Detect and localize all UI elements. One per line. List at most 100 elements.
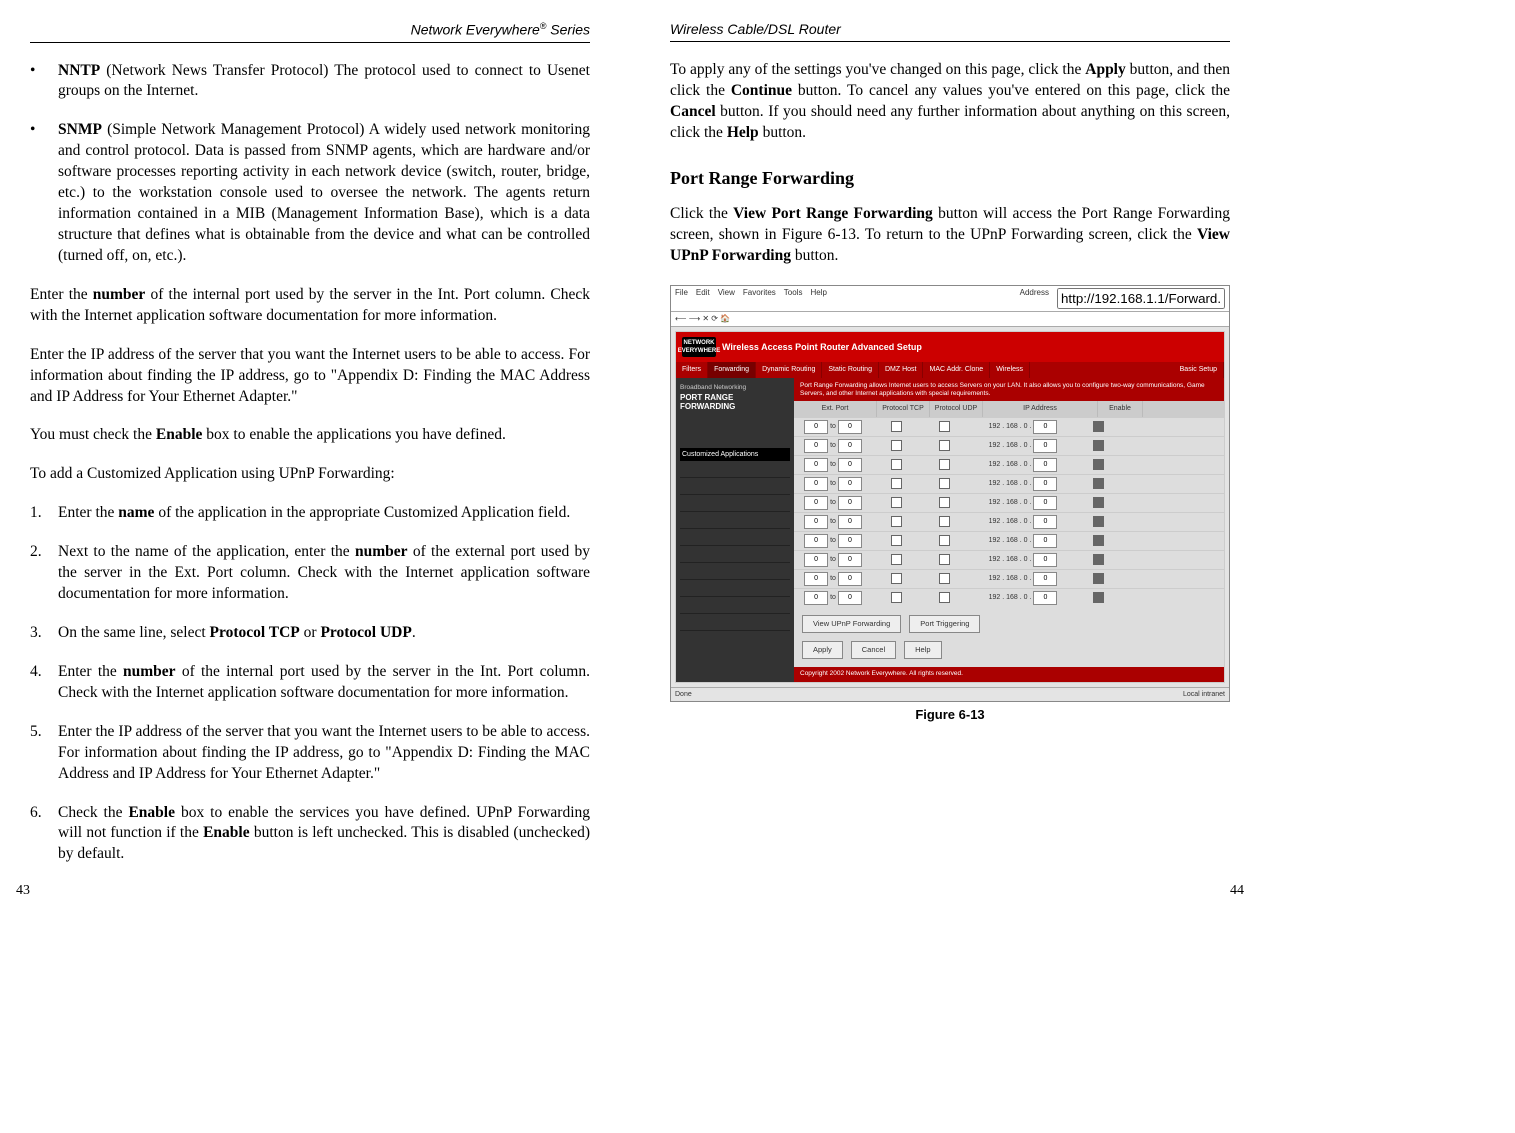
right-page: Wireless Cable/DSL Router To apply any o… [670, 20, 1230, 883]
tab-forwarding[interactable]: Forwarding [708, 362, 756, 377]
bullet-snmp: • SNMP (Simple Network Management Protoc… [30, 120, 590, 266]
enable-checkbox[interactable] [1093, 573, 1104, 584]
left-page: Network Everywhere® Series • NNTP (Netwo… [30, 20, 590, 883]
tab-static-routing[interactable]: Static Routing [822, 362, 879, 377]
ext-port-to-input[interactable] [838, 572, 862, 586]
help-button[interactable]: Help [904, 641, 941, 659]
tab-dynamic-routing[interactable]: Dynamic Routing [756, 362, 822, 377]
view-upnp-forwarding-button[interactable]: View UPnP Forwarding [802, 615, 901, 633]
bullet-dot-icon: • [30, 61, 58, 103]
page-number-left: 43 [16, 882, 30, 901]
ext-port-from-input[interactable] [804, 477, 828, 491]
enable-checkbox[interactable] [1093, 535, 1104, 546]
udp-checkbox[interactable] [939, 516, 950, 527]
menu-tools[interactable]: Tools [784, 288, 803, 309]
tcp-checkbox[interactable] [891, 440, 902, 451]
udp-checkbox[interactable] [939, 440, 950, 451]
side-apps-label: Customized Applications [680, 448, 790, 461]
table-row: to192 . 168 . 0 . [794, 550, 1224, 569]
tcp-checkbox[interactable] [891, 573, 902, 584]
menu-favorites[interactable]: Favorites [743, 288, 776, 309]
ext-port-from-input[interactable] [804, 534, 828, 548]
enable-checkbox[interactable] [1093, 497, 1104, 508]
ext-port-from-input[interactable] [804, 458, 828, 472]
tab-basic-setup[interactable]: Basic Setup [1174, 362, 1224, 377]
ip-last-octet-input[interactable] [1033, 553, 1057, 567]
th-ip-address: IP Address [983, 401, 1098, 416]
ext-port-to-input[interactable] [838, 496, 862, 510]
ext-port-from-input[interactable] [804, 439, 828, 453]
udp-checkbox[interactable] [939, 459, 950, 470]
ext-port-to-input[interactable] [838, 439, 862, 453]
udp-checkbox[interactable] [939, 554, 950, 565]
udp-checkbox[interactable] [939, 535, 950, 546]
figure-6-13: File Edit View Favorites Tools Help Addr… [670, 285, 1230, 724]
ext-port-to-input[interactable] [838, 591, 862, 605]
ext-port-from-input[interactable] [804, 553, 828, 567]
tcp-checkbox[interactable] [891, 592, 902, 603]
ip-last-octet-input[interactable] [1033, 420, 1057, 434]
apply-button[interactable]: Apply [802, 641, 843, 659]
ip-last-octet-input[interactable] [1033, 477, 1057, 491]
ext-port-from-input[interactable] [804, 515, 828, 529]
forwarding-table: Ext. Port Protocol TCP Protocol UDP IP A… [794, 401, 1224, 606]
udp-checkbox[interactable] [939, 497, 950, 508]
menu-edit[interactable]: Edit [696, 288, 710, 309]
ext-port-to-input[interactable] [838, 420, 862, 434]
menu-view[interactable]: View [718, 288, 735, 309]
step-1: Enter the name of the application in the… [58, 503, 590, 524]
ip-last-octet-input[interactable] [1033, 534, 1057, 548]
page-number-right: 44 [1230, 882, 1244, 901]
ext-port-to-input[interactable] [838, 553, 862, 567]
ip-last-octet-input[interactable] [1033, 439, 1057, 453]
ip-last-octet-input[interactable] [1033, 458, 1057, 472]
ext-port-from-input[interactable] [804, 420, 828, 434]
udp-checkbox[interactable] [939, 478, 950, 489]
ext-port-to-input[interactable] [838, 534, 862, 548]
address-input[interactable] [1057, 288, 1225, 309]
ext-port-from-input[interactable] [804, 496, 828, 510]
ext-port-to-input[interactable] [838, 477, 862, 491]
tcp-checkbox[interactable] [891, 516, 902, 527]
ext-port-from-input[interactable] [804, 591, 828, 605]
tcp-checkbox[interactable] [891, 497, 902, 508]
tcp-checkbox[interactable] [891, 459, 902, 470]
tcp-checkbox[interactable] [891, 421, 902, 432]
enable-checkbox[interactable] [1093, 592, 1104, 603]
ip-last-octet-input[interactable] [1033, 515, 1057, 529]
menu-file[interactable]: File [675, 288, 688, 309]
port-triggering-button[interactable]: Port Triggering [909, 615, 980, 633]
para-addcustom: To add a Customized Application using UP… [30, 464, 590, 485]
action-buttons-row: Apply Cancel Help [794, 641, 1224, 667]
ext-port-to-input[interactable] [838, 458, 862, 472]
tab-filters[interactable]: Filters [676, 362, 708, 377]
content-pane: Port Range Forwarding allows Internet us… [794, 378, 1224, 682]
enable-checkbox[interactable] [1093, 459, 1104, 470]
tab-wireless[interactable]: Wireless [990, 362, 1030, 377]
enable-checkbox[interactable] [1093, 421, 1104, 432]
tab-mac-clone[interactable]: MAC Addr. Clone [923, 362, 990, 377]
bullet-dot-icon: • [30, 120, 58, 266]
ip-last-octet-input[interactable] [1033, 572, 1057, 586]
ext-port-from-input[interactable] [804, 572, 828, 586]
tcp-checkbox[interactable] [891, 535, 902, 546]
ext-port-to-input[interactable] [838, 515, 862, 529]
tcp-checkbox[interactable] [891, 478, 902, 489]
menu-help[interactable]: Help [810, 288, 826, 309]
ip-last-octet-input[interactable] [1033, 591, 1057, 605]
th-enable: Enable [1098, 401, 1143, 416]
enable-checkbox[interactable] [1093, 554, 1104, 565]
tab-dmz[interactable]: DMZ Host [879, 362, 924, 377]
cancel-button[interactable]: Cancel [851, 641, 896, 659]
udp-checkbox[interactable] [939, 573, 950, 584]
enable-checkbox[interactable] [1093, 440, 1104, 451]
udp-checkbox[interactable] [939, 592, 950, 603]
ip-last-octet-input[interactable] [1033, 496, 1057, 510]
udp-checkbox[interactable] [939, 421, 950, 432]
rh-pre: Network Everywhere [411, 22, 540, 38]
enable-checkbox[interactable] [1093, 478, 1104, 489]
tcp-checkbox[interactable] [891, 554, 902, 565]
table-row: to192 . 168 . 0 . [794, 417, 1224, 436]
nntp-label: NNTP [58, 62, 100, 79]
enable-checkbox[interactable] [1093, 516, 1104, 527]
